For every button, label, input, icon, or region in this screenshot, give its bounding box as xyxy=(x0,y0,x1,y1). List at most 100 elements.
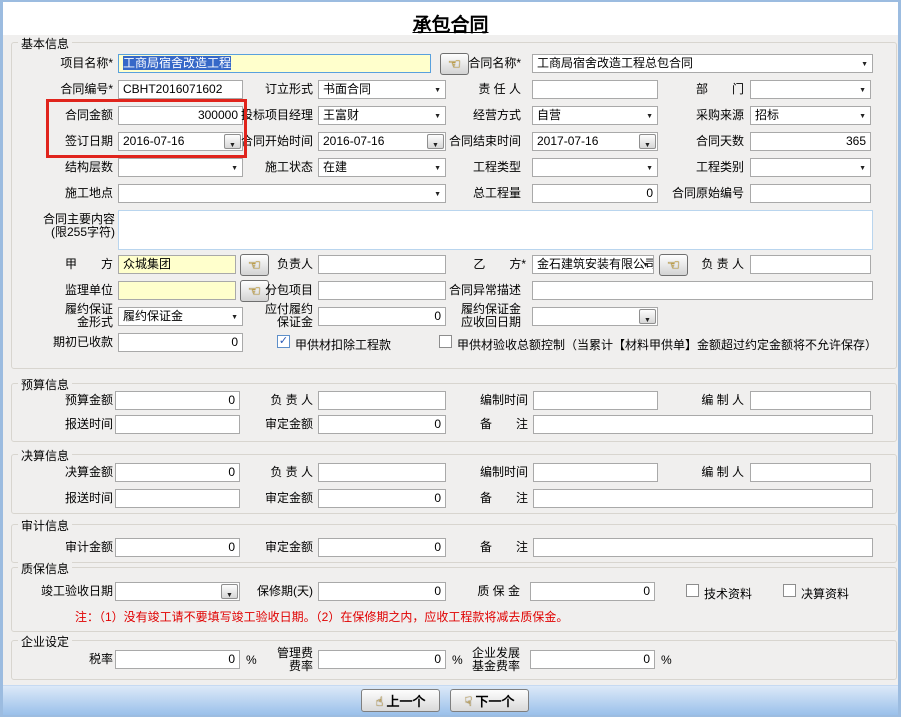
party-b-lookup-button[interactable]: ☜ xyxy=(659,254,688,276)
guarantee-return-date-label: 履约保证金 应收回日期 xyxy=(443,303,521,329)
party-a-lookup-button[interactable]: ☜ xyxy=(240,254,269,276)
party-a-manager-label: 负责人 xyxy=(273,258,313,271)
audit-amount-label: 审计金额 xyxy=(33,541,113,554)
acceptance-date-picker[interactable]: ▼ xyxy=(115,582,240,601)
acceptance-date-dropdown-button[interactable]: ▼ xyxy=(221,584,238,599)
hand-pointer-icon: ☜ xyxy=(667,257,680,274)
settle-amount-input[interactable]: 0 xyxy=(115,463,240,482)
page-title: 承包合同 xyxy=(3,10,898,37)
settle-compiler-input[interactable] xyxy=(750,463,871,482)
party-a-input[interactable]: 众城集团 xyxy=(118,255,236,274)
contract-days-input[interactable]: 365 xyxy=(750,132,871,151)
group-basic-label: 基本信息 xyxy=(18,35,72,52)
bid-manager-select[interactable]: 王富财▼ xyxy=(318,106,446,125)
party-b-select[interactable]: 金石建筑安装有限公司▼ xyxy=(532,255,654,274)
settle-submit-time-input[interactable] xyxy=(115,489,240,508)
audit-remark-input[interactable] xyxy=(533,538,873,557)
end-date-picker[interactable]: 2017-07-16▼ xyxy=(532,132,658,151)
operation-mode-select[interactable]: 自营▼ xyxy=(532,106,658,125)
procurement-source-select[interactable]: 招标▼ xyxy=(750,106,871,125)
project-name-input[interactable]: 工商局宿舍改造工程 xyxy=(118,54,431,73)
total-quantity-label: 总工程量 xyxy=(443,187,521,200)
party-b-manager-label: 负 责 人 xyxy=(690,258,744,271)
settle-doc-label: 决算资料 xyxy=(801,585,849,602)
tax-rate-label: 税率 xyxy=(63,653,113,666)
guarantee-form-label: 履约保证 金形式 xyxy=(33,303,113,329)
project-name-label: 项目名称* xyxy=(33,57,113,70)
project-category-select[interactable]: ▼ xyxy=(750,158,871,177)
retention-input[interactable]: 0 xyxy=(530,582,655,601)
hand-down-icon: ☟ xyxy=(465,694,473,709)
next-button[interactable]: ☟下一个 xyxy=(450,689,529,712)
supervisor-input[interactable] xyxy=(118,281,236,300)
tax-rate-input[interactable]: 0 xyxy=(115,650,240,669)
contract-name-select[interactable]: 工商局宿舍改造工程总包合同▼ xyxy=(532,54,873,73)
subcontract-label: 分包项目 xyxy=(265,284,313,297)
party-a-manager-input[interactable] xyxy=(318,255,446,274)
deduct-material-checkbox[interactable]: ✓ xyxy=(277,335,290,348)
original-no-input[interactable] xyxy=(750,184,871,203)
budget-amount-input[interactable]: 0 xyxy=(115,391,240,410)
mgmt-fee-input[interactable]: 0 xyxy=(318,650,446,669)
settle-remark-input[interactable] xyxy=(533,489,873,508)
project-name-value: 工商局宿舍改造工程 xyxy=(123,56,231,70)
budget-remark-input[interactable] xyxy=(533,415,873,434)
budget-manager-label: 负 责 人 xyxy=(258,394,313,407)
settle-compile-time-input[interactable] xyxy=(533,463,658,482)
construction-status-label: 施工状态 xyxy=(243,161,313,174)
group-settlement-label: 决算信息 xyxy=(18,447,72,464)
budget-remark-label: 备 注 xyxy=(443,418,528,431)
budget-compiler-label: 编 制 人 xyxy=(690,394,744,407)
form-type-select[interactable]: 书面合同▼ xyxy=(318,80,446,99)
settle-manager-input[interactable] xyxy=(318,463,446,482)
warranty-note: 注：（1）没有竣工请不要填写竣工验收日期。（2）在保修期之内，应收工程款将减去质… xyxy=(75,608,568,625)
guarantee-return-date-dropdown-button[interactable]: ▼ xyxy=(639,309,656,324)
party-a-label: 甲 方 xyxy=(33,258,113,271)
project-type-label: 工程类型 xyxy=(443,161,521,174)
budget-submit-time-label: 报送时间 xyxy=(33,418,113,431)
budget-approved-input[interactable]: 0 xyxy=(318,415,446,434)
start-date-picker[interactable]: 2016-07-16▼ xyxy=(318,132,446,151)
audit-amount-input[interactable]: 0 xyxy=(115,538,240,557)
department-select[interactable]: ▼ xyxy=(750,80,871,99)
audit-approved-input[interactable]: 0 xyxy=(318,538,446,557)
subcontract-input[interactable] xyxy=(318,281,446,300)
tech-doc-checkbox[interactable]: ✓ xyxy=(686,584,699,597)
initial-received-input[interactable]: 0 xyxy=(118,333,243,352)
settle-doc-checkbox[interactable]: ✓ xyxy=(783,584,796,597)
procurement-source-label: 采购来源 xyxy=(666,109,744,122)
total-quantity-input[interactable]: 0 xyxy=(532,184,658,203)
construction-status-select[interactable]: 在建▼ xyxy=(318,158,446,177)
prev-button[interactable]: ☝上一个 xyxy=(361,689,440,712)
chevron-down-icon: ▼ xyxy=(644,142,651,149)
budget-compile-time-input[interactable] xyxy=(533,391,658,410)
end-date-dropdown-button[interactable]: ▼ xyxy=(639,134,656,149)
material-control-checkbox[interactable]: ✓ xyxy=(439,335,452,348)
guarantee-return-date-picker[interactable]: ▼ xyxy=(532,307,658,326)
budget-manager-input[interactable] xyxy=(318,391,446,410)
dev-fund-label: 企业发展 基金费率 xyxy=(458,647,520,673)
contract-amount-label: 合同金额 xyxy=(33,109,113,122)
responsible-person-input[interactable] xyxy=(532,80,658,99)
budget-compiler-input[interactable] xyxy=(750,391,871,410)
abnormal-desc-input[interactable] xyxy=(532,281,873,300)
guarantee-form-select[interactable]: 履约保证金▼ xyxy=(118,307,243,326)
contract-no-input[interactable]: CBHT2016071602 xyxy=(118,80,243,99)
settle-approved-input[interactable]: 0 xyxy=(318,489,446,508)
contract-amount-input[interactable]: 300000 xyxy=(118,106,243,125)
sign-date-picker[interactable]: 2016-07-16▼ xyxy=(118,132,243,151)
warranty-period-input[interactable]: 0 xyxy=(318,582,446,601)
contract-form-window: 承包合同 基本信息 项目名称* 工商局宿舍改造工程 ☜ 合同名称* 工商局宿舍改… xyxy=(0,0,901,717)
location-select[interactable]: ▼ xyxy=(118,184,446,203)
project-type-select[interactable]: ▼ xyxy=(532,158,658,177)
party-b-manager-input[interactable] xyxy=(750,255,871,274)
chevron-down-icon: ▼ xyxy=(231,314,238,321)
chevron-down-icon: ▼ xyxy=(231,165,238,172)
structure-layers-select[interactable]: ▼ xyxy=(118,158,243,177)
start-date-label: 合同开始时间 xyxy=(231,135,313,148)
chevron-down-icon: ▼ xyxy=(432,142,439,149)
main-content-textarea[interactable] xyxy=(118,210,873,250)
dev-fund-input[interactable]: 0 xyxy=(530,650,655,669)
budget-submit-time-input[interactable] xyxy=(115,415,240,434)
guarantee-payable-input[interactable]: 0 xyxy=(318,307,446,326)
